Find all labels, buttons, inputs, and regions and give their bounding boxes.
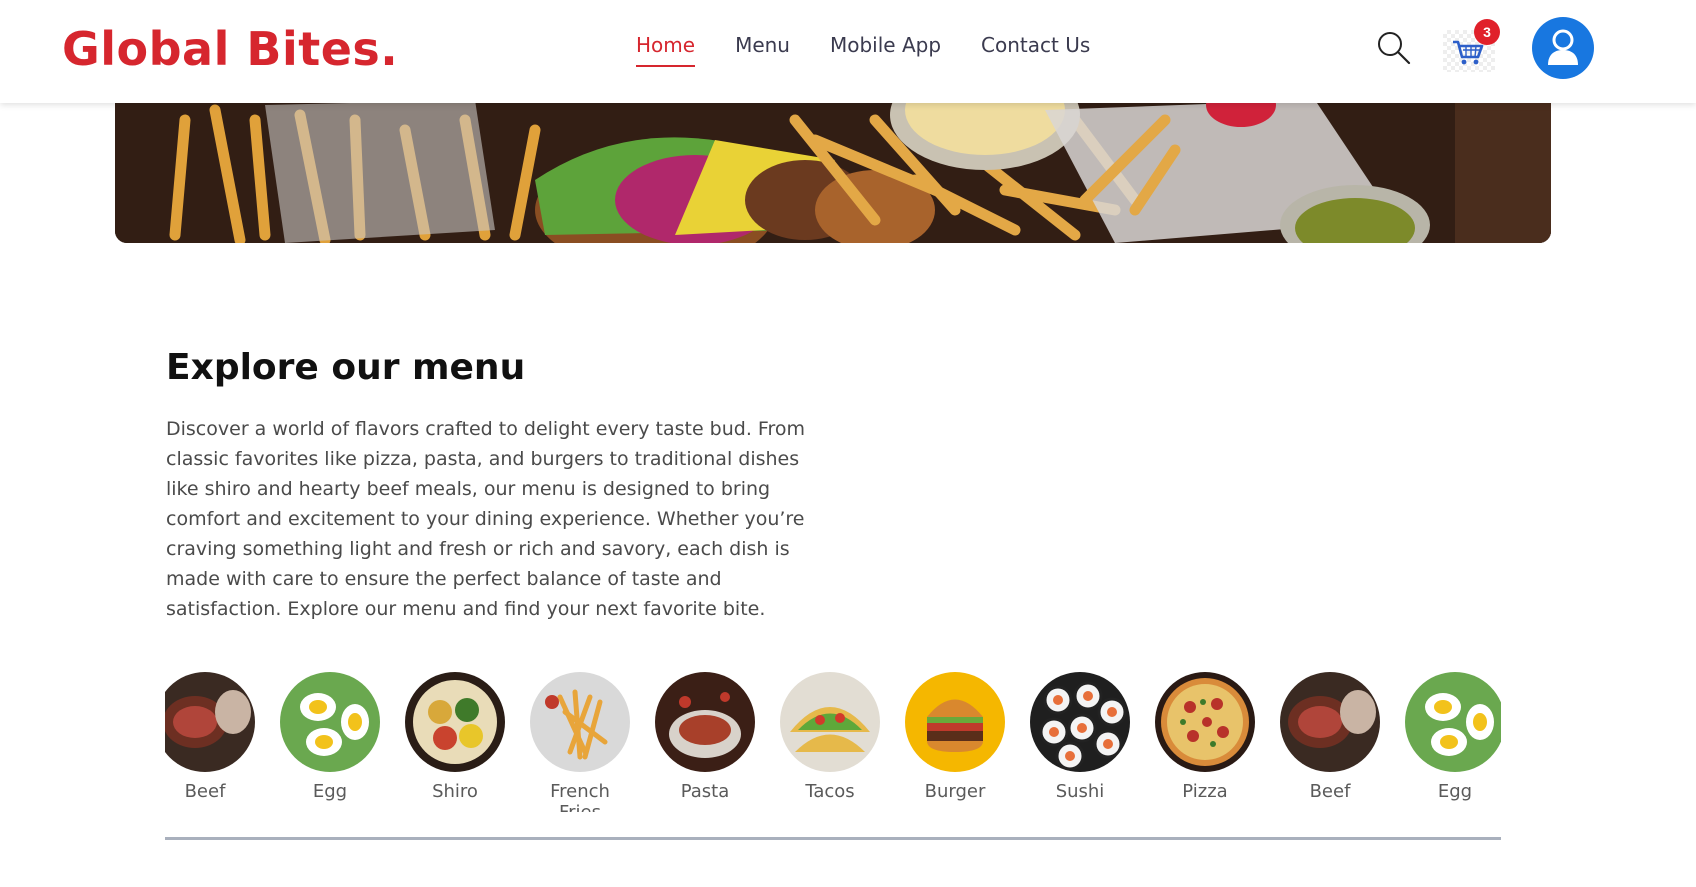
egg-image: [1405, 672, 1501, 772]
egg-image: [280, 672, 380, 772]
pizza-image: [1155, 672, 1255, 772]
menu-item-beef[interactable]: Beef: [1280, 672, 1380, 802]
french-fries-image: [530, 672, 630, 772]
menu-item-label: Tacos: [805, 781, 855, 802]
menu-item-label: Pizza: [1182, 781, 1228, 802]
pasta-image: [655, 672, 755, 772]
section-title: Explore our menu: [166, 347, 526, 388]
menu-item-burger[interactable]: Burger: [905, 672, 1005, 802]
section-divider: [165, 837, 1501, 840]
nav-contact-us[interactable]: Contact Us: [981, 33, 1090, 67]
menu-item-beef[interactable]: Beef: [165, 672, 255, 802]
menu-item-french-fries[interactable]: French Fries: [530, 672, 630, 812]
menu-item-label: Burger: [924, 781, 986, 802]
section-description: Discover a world of flavors crafted to d…: [166, 418, 805, 620]
menu-item-label: Shiro: [432, 781, 478, 802]
burger-image: [905, 672, 1005, 772]
menu-item-tacos[interactable]: Tacos: [780, 672, 880, 802]
menu-item-label: Beef: [1309, 781, 1351, 802]
nav-links: Home Menu Mobile App Contact Us: [636, 33, 1090, 67]
navbar: Global Bites. Home Menu Mobile App Conta…: [0, 0, 1696, 103]
menu-item-sushi[interactable]: Sushi: [1030, 672, 1130, 802]
nav-menu[interactable]: Menu: [735, 33, 790, 67]
shiro-image: [405, 672, 505, 772]
menu-item-pizza[interactable]: Pizza: [1155, 672, 1255, 802]
menu-item-label: Pasta: [680, 781, 730, 802]
menu-category-list: Beef Egg Shiro French Fries Pasta Tacos: [165, 672, 1501, 812]
menu-item-label: French Fries: [550, 781, 610, 812]
sushi-image: [1030, 672, 1130, 772]
menu-item-label: Sushi: [1055, 781, 1105, 802]
menu-item-egg[interactable]: Egg: [1405, 672, 1501, 802]
menu-item-pasta[interactable]: Pasta: [655, 672, 755, 802]
beef-image: [165, 672, 255, 772]
menu-item-shiro[interactable]: Shiro: [405, 672, 505, 802]
search-icon[interactable]: [1376, 30, 1412, 66]
menu-item-egg[interactable]: Egg: [280, 672, 380, 802]
tacos-image: [780, 672, 880, 772]
cart-count-badge: 3: [1474, 19, 1500, 45]
user-avatar-icon: [1548, 29, 1578, 65]
menu-item-label: Egg: [312, 781, 348, 802]
logo[interactable]: Global Bites.: [62, 22, 398, 76]
nav-mobile-app[interactable]: Mobile App: [830, 33, 941, 67]
menu-item-label: Beef: [184, 781, 226, 802]
profile-avatar[interactable]: [1532, 17, 1594, 79]
menu-item-label: Egg: [1437, 781, 1473, 802]
nav-home[interactable]: Home: [636, 33, 696, 67]
beef-image: [1280, 672, 1380, 772]
